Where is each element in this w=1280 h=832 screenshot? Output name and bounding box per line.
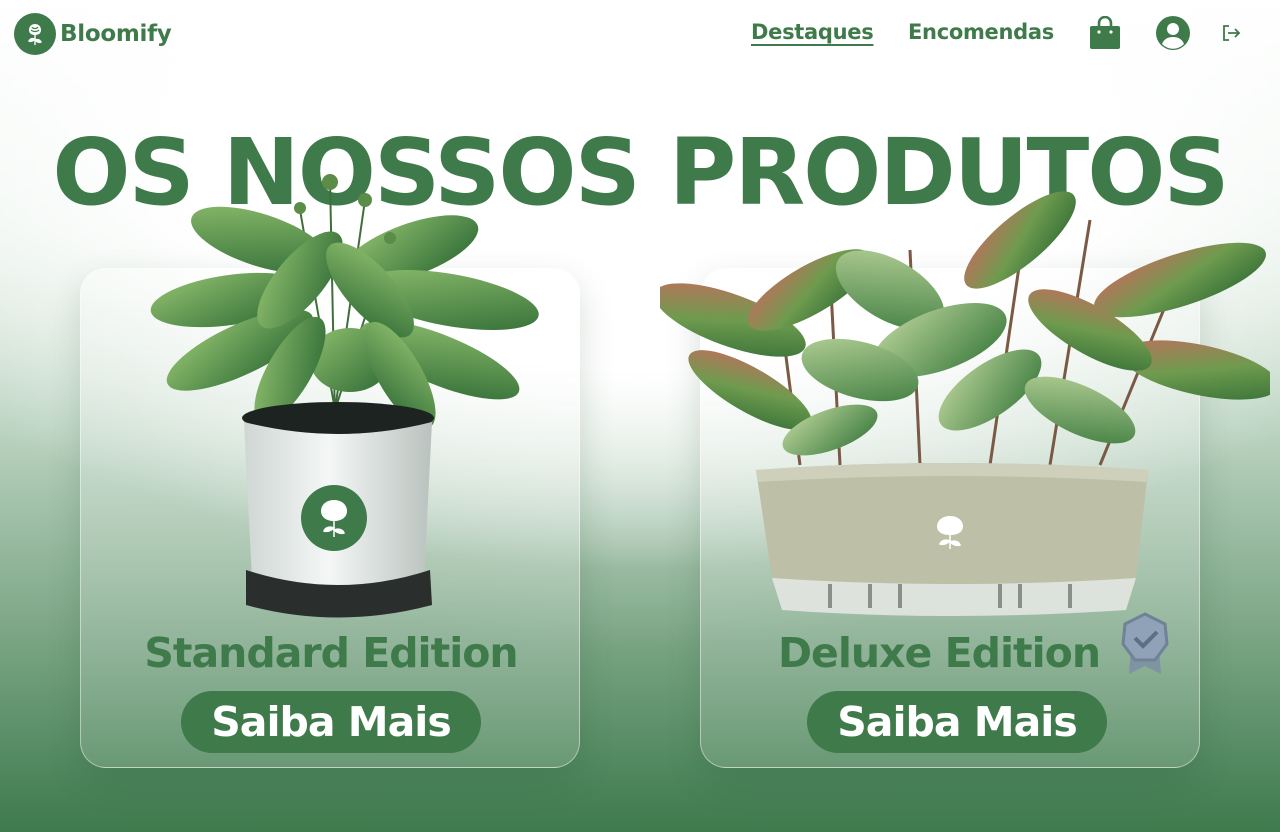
logout-icon[interactable] — [1220, 22, 1242, 44]
user-account-icon[interactable] — [1155, 15, 1191, 51]
shopping-bag-icon[interactable] — [1089, 16, 1121, 50]
award-ribbon-icon — [1121, 612, 1169, 674]
product-name-standard: Standard Edition — [144, 629, 518, 677]
top-header: Bloomify Destaques Encomendas — [0, 0, 1280, 70]
brand-name: Bloomify — [60, 21, 172, 47]
nav-encomendas[interactable]: Encomendas — [908, 20, 1054, 44]
rose-logo-icon — [14, 13, 56, 55]
nav-destaques[interactable]: Destaques — [751, 20, 874, 44]
standard-plant-image — [150, 174, 539, 618]
deluxe-plant-image — [660, 191, 1270, 616]
brand-logo[interactable]: Bloomify — [14, 12, 172, 56]
product-name-deluxe: Deluxe Edition — [777, 629, 1101, 677]
saiba-mais-button-deluxe[interactable]: Saiba Mais — [807, 691, 1107, 753]
saiba-mais-button-standard[interactable]: Saiba Mais — [181, 691, 481, 753]
